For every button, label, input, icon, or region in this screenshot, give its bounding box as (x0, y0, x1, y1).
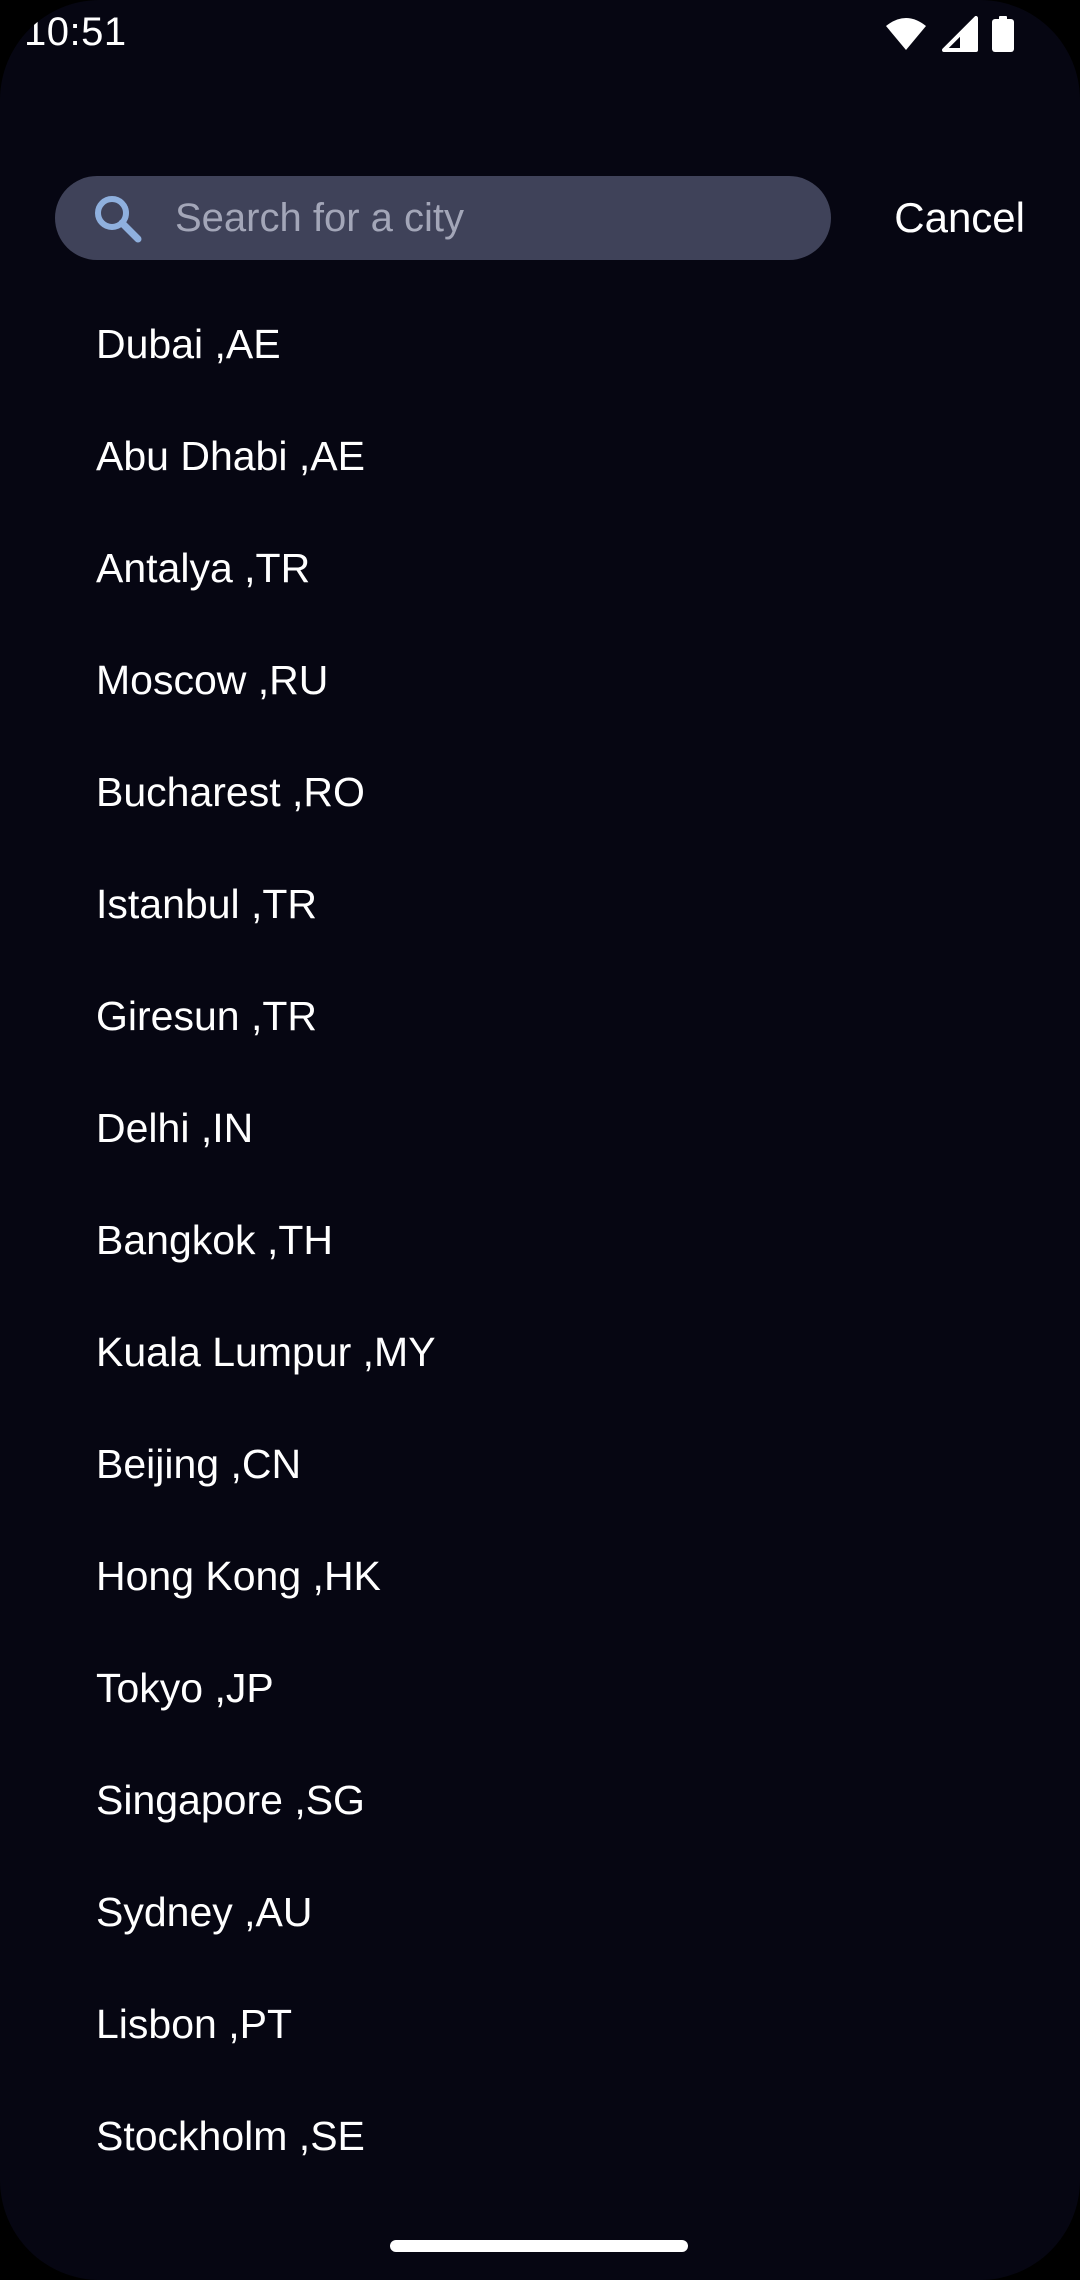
city-item[interactable]: Moscow ,RU (0, 624, 1080, 736)
screen: 10:51 Search for a city Cancel Dubai ,AE… (0, 0, 1080, 2280)
city-item[interactable]: Antalya ,TR (0, 512, 1080, 624)
city-item[interactable]: Tokyo ,JP (0, 1632, 1080, 1744)
status-bar: 10:51 (0, 0, 1080, 70)
search-input[interactable] (175, 176, 831, 260)
status-time: 10:51 (24, 10, 127, 54)
cancel-button[interactable]: Cancel (894, 186, 1025, 250)
search-icon (89, 190, 145, 246)
home-indicator[interactable] (390, 2240, 688, 2252)
city-item[interactable]: Delhi ,IN (0, 1072, 1080, 1184)
city-item[interactable]: Kuala Lumpur ,MY (0, 1296, 1080, 1408)
city-item[interactable]: Lisbon ,PT (0, 1968, 1080, 2080)
city-item[interactable]: Sydney ,AU (0, 1856, 1080, 1968)
city-item[interactable]: Giresun ,TR (0, 960, 1080, 1072)
city-item[interactable]: Singapore ,SG (0, 1744, 1080, 1856)
battery-icon (992, 16, 1014, 57)
cellular-signal-icon (942, 16, 978, 57)
city-item[interactable]: Hong Kong ,HK (0, 1520, 1080, 1632)
city-item[interactable]: Bucharest ,RO (0, 736, 1080, 848)
city-item[interactable]: Stockholm ,SE (0, 2080, 1080, 2192)
search-bar[interactable] (55, 176, 831, 260)
city-item[interactable]: Bangkok ,TH (0, 1184, 1080, 1296)
city-item[interactable]: Beijing ,CN (0, 1408, 1080, 1520)
city-item[interactable]: Dubai ,AE (0, 288, 1080, 400)
city-item[interactable]: Istanbul ,TR (0, 848, 1080, 960)
city-list: Dubai ,AE Abu Dhabi ,AE Antalya ,TR Mosc… (0, 288, 1080, 2192)
status-icons (884, 16, 1014, 57)
wifi-icon (884, 16, 928, 57)
city-item[interactable]: Abu Dhabi ,AE (0, 400, 1080, 512)
